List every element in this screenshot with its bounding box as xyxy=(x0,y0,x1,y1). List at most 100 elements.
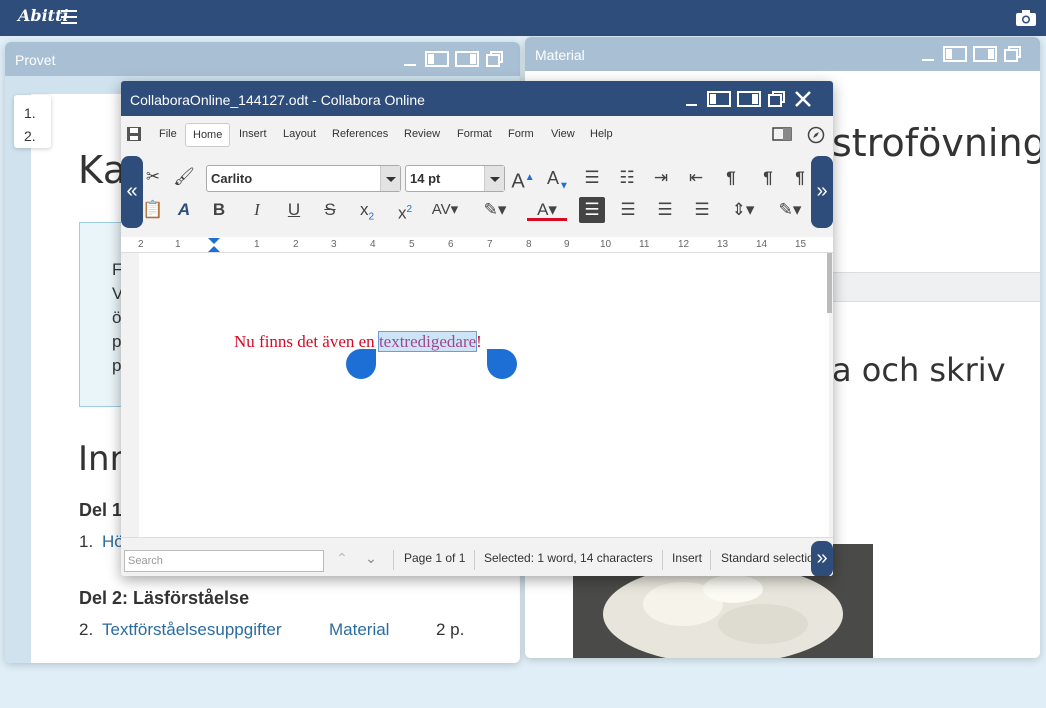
snap-right-icon[interactable] xyxy=(737,90,761,108)
document-page[interactable]: Nu finns det även en textredigedare! xyxy=(139,253,829,537)
clear-formatting-icon[interactable]: A xyxy=(171,197,197,223)
row-2-link[interactable]: Textförståelsesuppgifter xyxy=(102,620,282,640)
selected-text[interactable]: textredigedare xyxy=(377,331,478,352)
underline-icon[interactable]: U xyxy=(281,197,307,223)
divider xyxy=(662,550,663,570)
decrease-indent-icon[interactable]: ⇤ xyxy=(683,165,709,191)
camera-icon[interactable] xyxy=(1016,10,1036,26)
toolbar-scroll-right-button[interactable]: » xyxy=(811,156,833,228)
font-size-value: 14 pt xyxy=(410,171,441,186)
ruler-tick: 8 xyxy=(526,239,532,250)
search-input[interactable]: Search xyxy=(124,550,324,572)
close-icon[interactable] xyxy=(793,90,813,108)
toc-item-2[interactable]: 2. xyxy=(24,125,51,148)
row-2-points: 2 p. xyxy=(436,620,465,639)
rtl-paragraph-icon[interactable]: ¶ xyxy=(787,165,813,191)
selection-start-handle[interactable] xyxy=(346,349,376,379)
clone-formatting-icon[interactable]: 🖌 xyxy=(171,164,197,190)
statusbar-scroll-right-button[interactable]: » xyxy=(811,541,833,576)
sidebar-toggle-icon[interactable] xyxy=(772,127,792,141)
ruler-tick: 3 xyxy=(331,239,337,250)
minimize-icon[interactable] xyxy=(683,90,701,108)
italic-icon[interactable]: I xyxy=(244,197,270,223)
snap-left-icon[interactable] xyxy=(425,50,449,68)
selection-mode[interactable]: Standard selectio xyxy=(721,551,814,565)
restore-icon[interactable] xyxy=(485,50,505,68)
ruler-tick: 2 xyxy=(293,239,299,250)
menu-insert[interactable]: Insert xyxy=(239,128,267,140)
menu-help[interactable]: Help xyxy=(590,128,613,140)
font-name-select[interactable]: Carlito xyxy=(206,165,401,192)
font-size-select[interactable]: 14 pt xyxy=(405,165,505,192)
row-2-material-link[interactable]: Material xyxy=(329,620,389,640)
indent-marker-icon[interactable] xyxy=(208,238,220,252)
menu-file[interactable]: File xyxy=(159,128,177,140)
ruler-tick: 10 xyxy=(600,239,612,250)
divider xyxy=(710,550,711,570)
toc-item-1[interactable]: 1. xyxy=(24,102,51,125)
hamburger-icon[interactable] xyxy=(61,10,77,26)
menu-layout[interactable]: Layout xyxy=(283,128,316,140)
minimize-icon[interactable] xyxy=(921,45,937,63)
menu-references[interactable]: References xyxy=(332,128,388,140)
increase-indent-icon[interactable]: ⇥ xyxy=(648,165,674,191)
ruler-tick: 1 xyxy=(254,239,260,250)
menu-form[interactable]: Form xyxy=(508,128,534,140)
highlight-color-icon[interactable]: ✎▾ xyxy=(475,197,515,223)
formatting-marks-icon[interactable]: ¶ xyxy=(718,165,744,191)
snap-right-icon[interactable] xyxy=(973,45,997,63)
ruler[interactable]: 2 1 1 2 3 4 5 6 7 8 9 10 11 12 13 14 15 xyxy=(121,237,833,253)
ruler-tick: 9 xyxy=(564,239,570,250)
ltr-paragraph-icon[interactable]: ¶ xyxy=(755,165,781,191)
collabora-titlebar: CollaboraOnline_144127.odt - Collabora O… xyxy=(121,81,833,116)
snap-left-icon[interactable] xyxy=(943,45,967,63)
text-before-selection: Nu finns det även en xyxy=(234,332,379,351)
menu-view[interactable]: View xyxy=(551,128,575,140)
vertical-scrollbar[interactable] xyxy=(827,253,832,313)
minimize-icon[interactable] xyxy=(403,50,419,68)
align-center-icon[interactable]: ☰ xyxy=(615,197,641,223)
compass-icon[interactable] xyxy=(807,126,825,144)
menu-format[interactable]: Format xyxy=(457,128,492,140)
insert-mode[interactable]: Insert xyxy=(672,551,702,565)
menu-review[interactable]: Review xyxy=(404,128,440,140)
page-info: Page 1 of 1 xyxy=(404,551,466,565)
paragraph-background-icon[interactable]: ✎▾ xyxy=(771,197,809,223)
toc-box: 1. 2. xyxy=(14,95,51,148)
character-spacing-icon[interactable]: AV▾ xyxy=(426,197,464,223)
save-icon[interactable] xyxy=(127,127,141,141)
line-spacing-icon[interactable]: ⇕▾ xyxy=(725,197,761,223)
cut-icon[interactable]: ✂ xyxy=(140,164,166,190)
statusbar: Search ⌃ ⌄ Page 1 of 1 Selected: 1 word,… xyxy=(121,537,833,576)
shrink-font-icon[interactable]: A▼ xyxy=(545,165,571,192)
strikethrough-icon[interactable]: S xyxy=(317,197,343,223)
subscript-icon[interactable]: x2 xyxy=(354,197,380,223)
menu-home[interactable]: Home xyxy=(185,123,231,147)
exam-heading: Kа xyxy=(78,148,127,192)
superscript-icon[interactable]: x2 xyxy=(392,197,418,223)
restore-icon[interactable] xyxy=(767,90,787,108)
bold-icon[interactable]: B xyxy=(206,197,232,223)
top-bar: Abitti xyxy=(0,0,1046,36)
numbered-list-icon[interactable]: ☷ xyxy=(614,165,640,191)
text-after-selection: ! xyxy=(476,332,482,351)
justify-icon[interactable]: ☰ xyxy=(689,197,715,223)
divider xyxy=(474,550,475,570)
snap-right-icon[interactable] xyxy=(455,50,479,68)
selection-end-handle[interactable] xyxy=(487,349,517,379)
align-right-icon[interactable]: ☰ xyxy=(652,197,678,223)
collabora-title: CollaboraOnline_144127.odt - Collabora O… xyxy=(130,92,425,108)
paste-icon[interactable]: 📋 xyxy=(140,197,166,223)
ruler-tick: 1 xyxy=(175,239,181,250)
bullet-list-icon[interactable]: ☰ xyxy=(579,165,605,191)
snap-left-icon[interactable] xyxy=(707,90,731,108)
material-window-titlebar: Material xyxy=(525,37,1040,71)
restore-icon[interactable] xyxy=(1003,45,1023,63)
ruler-tick: 11 xyxy=(639,239,650,250)
search-next-icon[interactable]: ⌄ xyxy=(358,545,384,571)
exam-window-title: Provet xyxy=(15,52,56,68)
grow-font-icon[interactable]: A▲ xyxy=(510,165,536,193)
search-prev-icon[interactable]: ⌃ xyxy=(329,545,355,571)
font-color-icon[interactable]: A▾ xyxy=(527,197,567,221)
align-left-icon[interactable]: ☰ xyxy=(579,197,605,223)
